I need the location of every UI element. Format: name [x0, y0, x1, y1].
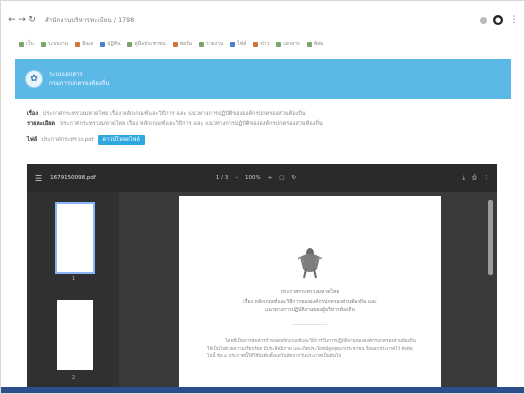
bookmark-favicon-icon: [276, 41, 282, 47]
bookmark-favicon-icon: [19, 41, 24, 47]
zoom-in-icon[interactable]: +: [268, 175, 273, 181]
bookmark-label: เว็บ: [26, 41, 34, 47]
bookmark-favicon-icon: [172, 41, 178, 47]
bookmark-favicon-icon: [199, 41, 205, 47]
bookmark-favicon-icon: [230, 41, 236, 47]
page-subject-line1: เรื่อง หลักเกณฑ์และวิธีการขององค์กรปกครอ…: [243, 299, 377, 305]
bookmark-label: ไฟล์: [237, 41, 247, 47]
bookmark-label: ปฏิทิน: [107, 41, 121, 47]
bookmark-item[interactable]: ฟอร์ม: [172, 40, 193, 48]
bookmark-favicon-icon: [306, 41, 312, 47]
bookmark-item[interactable]: ไฟล์: [230, 40, 246, 48]
pdf-toolbar: ☰ 1679150098.pdf 1 / 3 – 100% + ▢ ↻ ⤓ ⎙ …: [27, 164, 497, 192]
page-thumbnail-2[interactable]: [57, 300, 93, 370]
zoom-level[interactable]: 100%: [245, 175, 261, 181]
download-button[interactable]: ดาวน์โหลดไฟล์: [97, 135, 145, 145]
site-title-line2: กรมการปกครองท้องถิ่น: [49, 80, 110, 87]
bookmark-label: รายงาน: [206, 41, 224, 47]
bookmark-favicon-icon: [40, 41, 46, 47]
bookmark-label: อีเมล: [82, 41, 94, 47]
bookmark-favicon-icon: [100, 41, 106, 47]
menu-dots-icon[interactable]: ⋮: [509, 15, 519, 25]
profile-icon[interactable]: ●: [493, 15, 503, 25]
detail-row: รายละเอียด ประกาศกระทรวงมหาดไทย เรื่อง ห…: [27, 119, 507, 129]
download-icon[interactable]: ⤓: [463, 175, 465, 182]
back-arrow-icon[interactable]: ←: [7, 15, 17, 25]
bookmark-item[interactable]: ปฏิทิน: [100, 40, 120, 48]
file-name[interactable]: ประกาศกระทรวง.pdf: [41, 135, 93, 145]
forward-arrow-icon[interactable]: →: [17, 15, 27, 25]
site-title-line1: ระบบเอกสาร: [49, 71, 83, 78]
viewer-scrollbar[interactable]: [488, 200, 493, 275]
bookmark-favicon-icon: [127, 41, 133, 47]
subject-text: ประกาศกระทรวงมหาดไทย เรื่อง หลักเกณฑ์และ…: [42, 111, 306, 117]
page-indicator[interactable]: 1 / 3: [216, 175, 228, 181]
bookmark-item[interactable]: เอกสาร: [276, 40, 300, 48]
site-header: ✿ ระบบเอกสาร กรมการปกครองท้องถิ่น: [15, 59, 511, 99]
extension-icon[interactable]: [480, 16, 487, 24]
bookmark-label: ข่าว: [260, 41, 270, 47]
pdf-file-name: 1679150098.pdf: [50, 175, 96, 181]
page-divider: ______________: [292, 319, 328, 325]
bookmark-item[interactable]: คู่มือประชาชน: [127, 40, 166, 48]
detail-text: ประกาศกระทรวงมหาดไทย เรื่อง หลักเกณฑ์และ…: [59, 121, 323, 127]
bookmark-label: ระบบงาน: [47, 41, 69, 47]
page-body: โดยที่เป็นการสมควรกำหนดหลักเกณฑ์และวิธีก…: [207, 339, 416, 359]
bookmark-label: คู่มือประชาชน: [134, 41, 166, 47]
site-logo[interactable]: ✿: [25, 70, 43, 88]
bookmark-favicon-icon: [253, 41, 259, 47]
url-field[interactable]: สำนักงานบริหารทะเบียน / 1798: [45, 15, 134, 25]
detail-label: รายละเอียด: [27, 121, 56, 127]
zoom-out-icon[interactable]: –: [235, 175, 238, 181]
bookmarks-bar: เว็บ ระบบงาน อีเมล ปฏิทิน คู่มือประชาชน ฟอร์ม…: [19, 37, 514, 51]
more-options-icon[interactable]: ⋮: [484, 175, 490, 182]
pdf-viewer: ☰ 1679150098.pdf 1 / 3 – 100% + ▢ ↻ ⤓ ⎙ …: [27, 164, 497, 389]
file-label: ไฟล์: [27, 137, 38, 143]
browser-address-bar: ← → ↻ สำนักงานบริหารทะเบียน / 1798 ● ⋮: [7, 9, 519, 31]
bookmark-item[interactable]: พัสดุ: [306, 40, 324, 48]
subject-label: เรื่อง: [27, 111, 39, 117]
screenshot-frame: ← → ↻ สำนักงานบริหารทะเบียน / 1798 ● ⋮ เ…: [0, 0, 525, 394]
file-row: ไฟล์ ประกาศกระทรวง.pdf ดาวน์โหลดไฟล์: [27, 135, 507, 145]
bookmark-item[interactable]: ข่าว: [253, 40, 269, 48]
site-title: ระบบเอกสาร กรมการปกครองท้องถิ่น: [49, 70, 109, 88]
bookmark-favicon-icon: [75, 41, 81, 47]
rotate-icon[interactable]: ↻: [292, 175, 297, 181]
bookmark-label: พัสดุ: [313, 41, 324, 47]
bookmark-item[interactable]: อีเมล: [75, 40, 93, 48]
subject-row: เรื่อง ประกาศกระทรวงมหาดไทย เรื่อง หลักเ…: [27, 109, 507, 119]
fit-page-icon[interactable]: ▢: [279, 175, 284, 181]
page-subject-line2: แนวทางการปฏิบัติงานของผู้บริหารท้องถิ่น: [265, 307, 355, 313]
bookmark-label: เอกสาร: [283, 41, 300, 47]
bookmark-item[interactable]: รายงาน: [199, 40, 223, 48]
page-heading: ประกาศกระทรวงมหาดไทย: [280, 289, 340, 295]
garuda-emblem-icon: [298, 248, 322, 279]
reload-icon[interactable]: ↻: [27, 15, 37, 25]
bookmark-item[interactable]: เว็บ: [19, 40, 34, 48]
bookmark-label: ฟอร์ม: [179, 41, 193, 47]
thumbnail-number: 1: [72, 276, 76, 282]
menu-icon[interactable]: ☰: [35, 174, 42, 183]
thumbnail-number: 2: [72, 375, 76, 381]
document-details: เรื่อง ประกาศกระทรวงมหาดไทย เรื่อง หลักเ…: [27, 109, 507, 145]
pdf-page: ประกาศกระทรวงมหาดไทย เรื่อง หลักเกณฑ์และ…: [179, 196, 441, 389]
bookmark-item[interactable]: ระบบงาน: [40, 40, 69, 48]
print-icon[interactable]: ⎙: [472, 175, 476, 182]
page-thumbnail-1[interactable]: [55, 202, 95, 274]
thumbnail-sidebar: 1 2: [27, 192, 119, 389]
